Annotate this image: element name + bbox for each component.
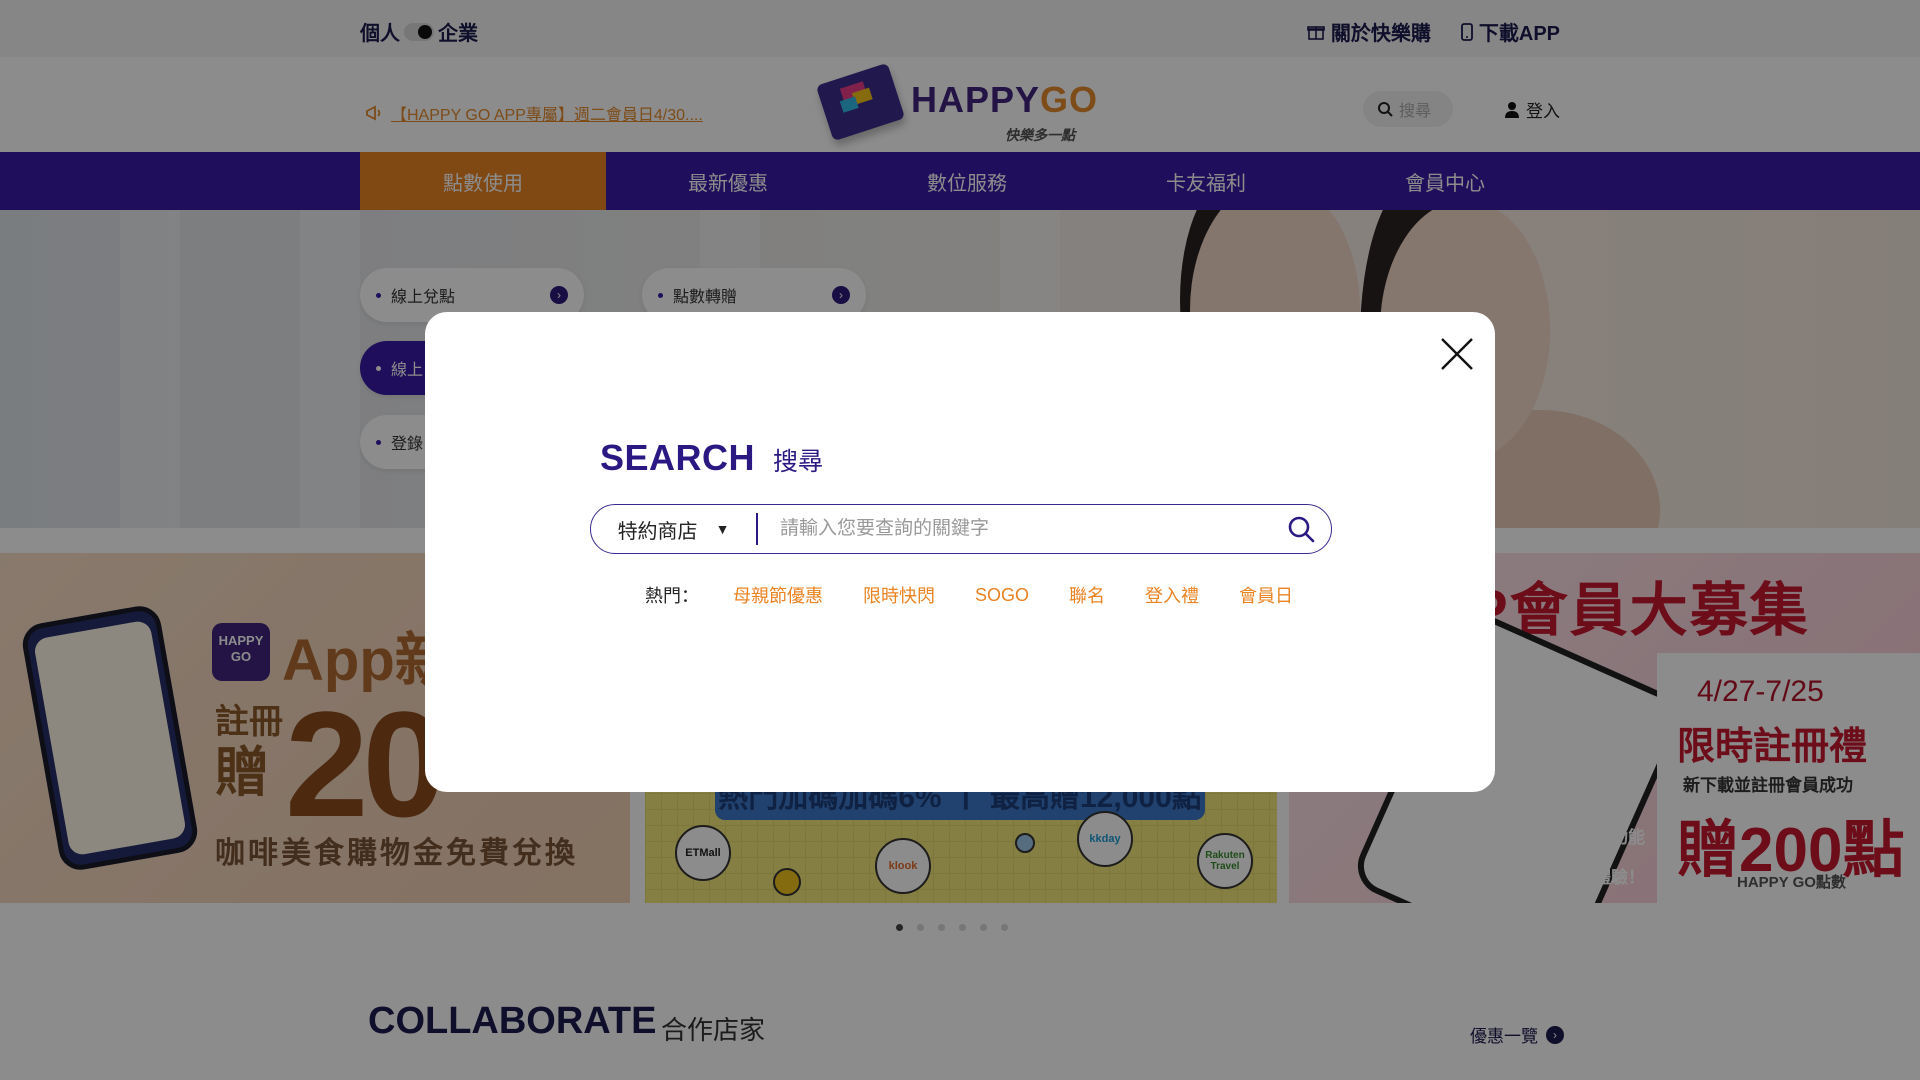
search-icon [1288, 516, 1315, 543]
close-icon[interactable] [1437, 334, 1477, 374]
category-value: 特約商店 [617, 520, 698, 543]
category-select[interactable]: 特約商店 ▼ [591, 504, 756, 554]
search-title-zh: 搜尋 [773, 448, 824, 476]
hot-tag[interactable]: SOGO [975, 585, 1029, 606]
hot-tag[interactable]: 母親節優惠 [733, 582, 823, 608]
search-title-en: SEARCH [600, 437, 756, 478]
search-submit-button[interactable] [1271, 506, 1331, 552]
hot-tag[interactable]: 聯名 [1069, 582, 1105, 608]
hot-tag[interactable]: 會員日 [1239, 582, 1293, 608]
hot-tag[interactable]: 限時快閃 [863, 582, 935, 608]
search-modal-title: SEARCH 搜尋 [600, 437, 823, 479]
search-bar: 特約商店 ▼ [590, 504, 1332, 554]
search-modal: SEARCH 搜尋 特約商店 ▼ 熱門： 母親節優惠 限時快閃 SOGO 聯名 … [425, 312, 1495, 792]
hot-tag[interactable]: 登入禮 [1145, 582, 1199, 608]
hot-keywords: 熱門： 母親節優惠 限時快閃 SOGO 聯名 登入禮 會員日 [645, 582, 1333, 608]
search-input[interactable] [758, 506, 1271, 552]
hot-label: 熱門： [645, 586, 699, 606]
caret-down-icon: ▼ [715, 521, 730, 537]
